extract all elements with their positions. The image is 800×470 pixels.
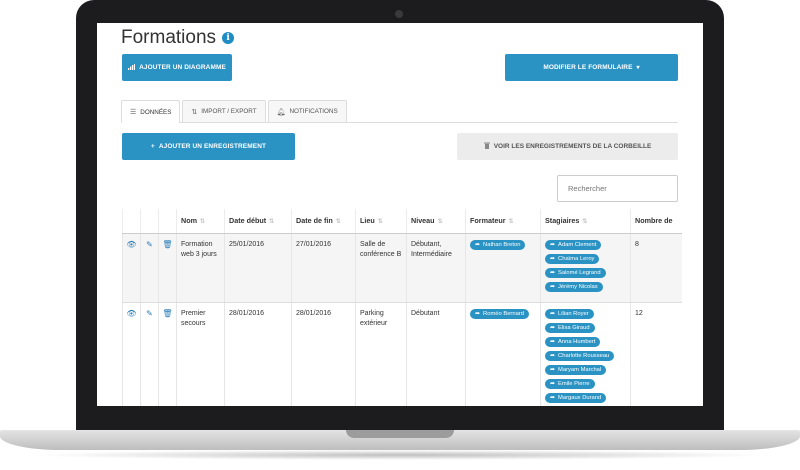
share-icon: ➦ xyxy=(550,255,556,262)
plus-icon: + xyxy=(150,143,155,150)
trainee-link[interactable]: ➦ Charlotte Rousseau xyxy=(545,350,615,361)
view-icon[interactable]: 👁︎ xyxy=(122,233,141,303)
view-icon[interactable]: 👁︎ xyxy=(122,302,141,406)
caret-down-icon: ▾ xyxy=(636,65,640,71)
share-icon: ➦ xyxy=(550,241,556,248)
trainer-link[interactable]: ➦ Nathan Breton xyxy=(470,239,526,250)
trainee-link[interactable]: ➦ Emile Pierre xyxy=(545,378,595,389)
trash-icon xyxy=(483,142,490,151)
cell-stagiaires: ➦ Adam Clement ➦ Chaïma Leroy ➦ Salomé Legr… xyxy=(540,233,631,303)
laptop-notch xyxy=(346,430,454,438)
records-table-container: Nom ⇅ Date début ⇅ Date de fin ⇅ Lieu ⇅ Nive… xyxy=(122,209,682,406)
column-header-date-fin[interactable]: Date de fin ⇅ xyxy=(291,209,356,234)
trainee-link[interactable]: ➦ Salomé Legrand xyxy=(545,267,606,278)
column-header-formateur[interactable]: Formateur ⇅ xyxy=(465,209,541,234)
share-icon: ➦ xyxy=(550,366,556,373)
trainee-link[interactable]: ➦ Margaux Durand xyxy=(545,392,607,403)
tab-label: NOTIFICATIONS xyxy=(289,108,338,115)
cell-lieu: Salle de conférence B xyxy=(355,233,407,303)
trainee-link[interactable]: ➦ Elisa Giraud xyxy=(545,322,595,333)
view-trash-label: VOIR LES ENREGISTREMENTS DE LA CORBEILLE xyxy=(493,143,652,150)
app-screen: Formations i AJOUTER UN DIAGRAMME MODIFI… xyxy=(97,23,703,406)
trainee-link[interactable]: ➦ Maryam Marchal xyxy=(545,364,607,375)
tab-notifications[interactable]: 🔔︎ NOTIFICATIONS xyxy=(267,100,347,122)
tab-donnees[interactable]: ☰ DONNÉES xyxy=(121,100,181,123)
cell-formateur: ➦ Nathan Breton xyxy=(465,233,541,303)
action-header xyxy=(140,209,159,234)
add-record-button[interactable]: + AJOUTER UN ENREGISTREMENT xyxy=(122,133,295,160)
cell-date-fin: 27/01/2016 xyxy=(291,233,356,303)
edit-icon[interactable]: ✎ xyxy=(140,302,159,406)
share-icon: ➦ xyxy=(550,324,556,331)
chart-icon xyxy=(128,63,136,72)
delete-icon[interactable]: 🗑︎ xyxy=(158,302,177,406)
cell-niveau: Débutant xyxy=(406,302,466,406)
table-header-row: Nom ⇅ Date début ⇅ Date de fin ⇅ Lieu ⇅ Nive… xyxy=(122,209,682,234)
column-header-lieu[interactable]: Lieu ⇅ xyxy=(355,209,407,234)
cell-date-debut: 25/01/2016 xyxy=(224,233,292,303)
cell-niveau: Débutant, Intermédiaire xyxy=(406,233,466,303)
search-input[interactable] xyxy=(557,175,678,202)
cell-stagiaires: ➦ Lilian Royer ➦ Elisa Giraud ➦ Anna Humber… xyxy=(540,302,631,406)
page-title-text: Formations xyxy=(121,27,217,48)
edit-form-button[interactable]: MODIFIER LE FORMULAIRE ▾ xyxy=(505,54,678,81)
info-icon[interactable]: i xyxy=(222,32,235,44)
column-header-stagiaires[interactable]: Stagiaires ⇅ xyxy=(540,209,631,234)
camera-icon xyxy=(395,10,403,18)
edit-icon[interactable]: ✎ xyxy=(140,233,159,303)
list-icon: ☰ xyxy=(130,109,137,116)
trainee-link[interactable]: ➦ Adam Clement xyxy=(545,239,602,250)
laptop-shadow xyxy=(30,450,770,460)
cell-date-fin: 28/01/2016 xyxy=(291,302,356,406)
trainee-link[interactable]: ➦ Anna Humbert xyxy=(545,336,601,347)
tab-label: IMPORT / EXPORT xyxy=(201,108,257,115)
cell-nombre: 12 xyxy=(630,302,682,406)
table-row: 👁︎ ✎ 🗑︎ Formation web 3 jours 25/01/2016… xyxy=(122,233,682,303)
share-icon: ➦ xyxy=(550,352,556,359)
tab-bar: ☰ DONNÉES ⇅ IMPORT / EXPORT 🔔︎ NOTIFICAT… xyxy=(121,100,678,123)
action-header xyxy=(158,209,177,234)
tab-label: DONNÉES xyxy=(140,108,172,116)
column-header-niveau[interactable]: Niveau ⇅ xyxy=(406,209,466,234)
tab-import-export[interactable]: ⇅ IMPORT / EXPORT xyxy=(182,100,266,122)
cell-nom: Formation web 3 jours xyxy=(176,233,225,303)
cell-nombre: 8 xyxy=(630,233,682,303)
share-icon: ➦ xyxy=(550,269,556,276)
import-export-icon: ⇅ xyxy=(191,108,198,116)
page-title: Formations i xyxy=(121,27,235,49)
table-row: 👁︎ ✎ 🗑︎ Premier secours 28/01/2016 28/01… xyxy=(122,302,682,406)
cell-lieu: Parking extérieur xyxy=(355,302,407,406)
share-icon: ➦ xyxy=(550,380,556,387)
column-header-nombre[interactable]: Nombre de xyxy=(630,209,682,234)
add-record-label: AJOUTER UN ENREGISTREMENT xyxy=(158,143,267,150)
bell-icon: 🔔︎ xyxy=(276,108,286,116)
cell-formateur: ➦ Roméo Bernard xyxy=(465,302,541,406)
add-chart-button[interactable]: AJOUTER UN DIAGRAMME xyxy=(122,54,232,81)
column-header-date-debut[interactable]: Date début ⇅ xyxy=(224,209,292,234)
edit-form-label: MODIFIER LE FORMULAIRE xyxy=(543,64,633,71)
share-icon: ➦ xyxy=(550,310,556,317)
share-icon: ➦ xyxy=(475,241,481,248)
action-header xyxy=(122,209,141,234)
trainer-link[interactable]: ➦ Roméo Bernard xyxy=(470,308,529,319)
view-trash-button[interactable]: VOIR LES ENREGISTREMENTS DE LA CORBEILLE xyxy=(457,133,678,160)
delete-icon[interactable]: 🗑︎ xyxy=(158,233,177,303)
trainee-link[interactable]: ➦ Chaïma Leroy xyxy=(545,253,600,264)
share-icon: ➦ xyxy=(550,338,556,345)
cell-date-debut: 28/01/2016 xyxy=(224,302,292,406)
cell-nom: Premier secours xyxy=(176,302,225,406)
share-icon: ➦ xyxy=(550,283,556,290)
share-icon: ➦ xyxy=(475,310,481,317)
records-table: Nom ⇅ Date début ⇅ Date de fin ⇅ Lieu ⇅ Nive… xyxy=(122,209,682,406)
share-icon: ➦ xyxy=(550,394,556,401)
trainee-link[interactable]: ➦ Lilian Royer xyxy=(545,308,594,319)
trainee-link[interactable]: ➦ Jérémy Nicolas xyxy=(545,281,603,292)
column-header-nom[interactable]: Nom ⇅ xyxy=(176,209,225,234)
add-chart-label: AJOUTER UN DIAGRAMME xyxy=(139,64,226,71)
